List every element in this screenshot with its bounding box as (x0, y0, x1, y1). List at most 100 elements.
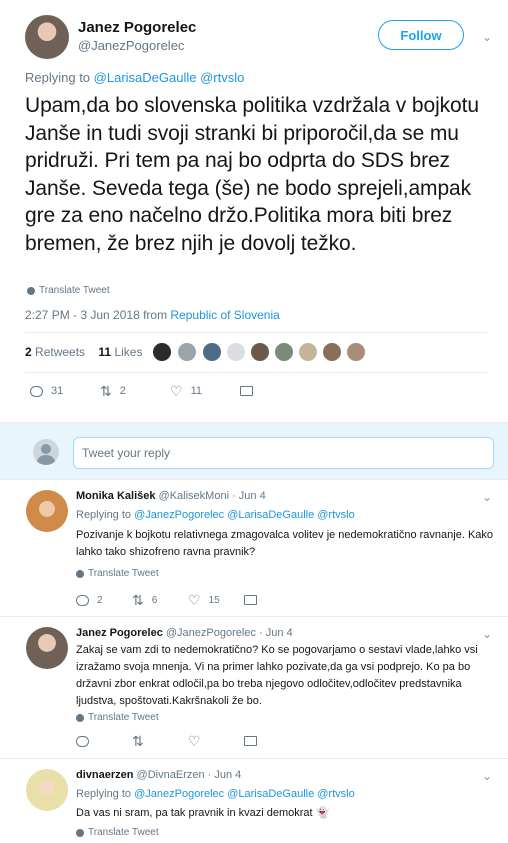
likes-label[interactable]: Likes (114, 345, 142, 359)
chevron-down-icon[interactable]: ⌄ (482, 769, 492, 783)
reply-author-name[interactable]: divnaerzen (76, 769, 133, 781)
reply-avatar[interactable] (26, 627, 68, 669)
retweet-icon: ⇅ (132, 733, 144, 749)
translate-label: Translate Tweet (88, 712, 159, 723)
author-avatar[interactable] (25, 15, 69, 59)
reply-author-name[interactable]: Monika Kališek (76, 490, 155, 502)
replying-to-prefix: Replying to (76, 788, 132, 800)
reply-actions: ⇅ ♡ (76, 734, 300, 748)
reply-count: 31 (51, 385, 64, 397)
reply-icon (30, 385, 43, 397)
like-count: 15 (208, 594, 220, 606)
dm-action[interactable] (244, 595, 300, 605)
divider (25, 332, 487, 333)
reply-tweet[interactable]: Monika Kališek @KalisekMoni · Jun 4 ⌄ Re… (0, 480, 508, 617)
translate-label: Translate Tweet (88, 568, 159, 579)
reply-count: 2 (97, 594, 103, 606)
reply-action[interactable]: 2 (76, 594, 132, 606)
replying-to-link[interactable]: @LarisaDeGaulle (94, 70, 197, 85)
heart-icon: ♡ (188, 733, 201, 749)
follow-button[interactable]: Follow (378, 20, 464, 50)
translate-tweet[interactable]: Translate Tweet (76, 568, 159, 579)
reply-action[interactable]: 31 (30, 385, 100, 397)
liker-avatar[interactable] (250, 342, 270, 362)
chevron-down-icon[interactable]: ⌄ (482, 627, 492, 641)
user-avatar (33, 439, 59, 465)
reply-action[interactable] (76, 735, 132, 747)
reply-icon (76, 735, 89, 747)
replying-to-link[interactable]: @JanezPogorelec @LarisaDeGaulle @rtvslo (134, 788, 355, 800)
liker-avatar[interactable] (202, 342, 222, 362)
divider (25, 372, 487, 373)
globe-icon (27, 286, 35, 295)
author-handle[interactable]: @JanezPogorelec (78, 38, 184, 53)
like-action[interactable]: ♡ 15 (188, 593, 244, 607)
translate-label: Translate Tweet (88, 827, 159, 838)
likes-count[interactable]: 11 (98, 345, 111, 359)
reply-text: Zakaj se vam zdi to nedemokratično? Ko s… (76, 644, 478, 707)
retweet-action[interactable]: ⇅ 6 (132, 593, 188, 607)
reply-actions: 2 ⇅ 6 ♡ 15 (76, 593, 300, 607)
liker-avatar[interactable] (274, 342, 294, 362)
liker-avatar[interactable] (152, 342, 172, 362)
reply-text: Pozivanje k bojkotu relativnega zmagoval… (76, 529, 494, 558)
retweet-icon: ⇅ (100, 383, 112, 399)
reply-tweet[interactable]: Janez Pogorelec @JanezPogorelec · Jun 4 … (0, 617, 508, 759)
main-tweet: Janez Pogorelec @JanezPogorelec Follow ⌄… (0, 0, 508, 420)
reply-input[interactable]: Tweet your reply (73, 437, 494, 469)
translate-label: Translate Tweet (39, 285, 110, 296)
translate-tweet[interactable]: Translate Tweet (76, 712, 159, 723)
reply-author-handle[interactable]: @KalisekMoni (159, 490, 229, 502)
retweet-count: 2 (119, 385, 126, 397)
chevron-down-icon[interactable]: ⌄ (482, 490, 492, 504)
reply-tweet[interactable]: divnaerzen @DivnaErzen · Jun 4 ⌄ Replyin… (0, 759, 508, 843)
retweet-action[interactable]: ⇅ 2 (100, 384, 170, 398)
translate-tweet[interactable]: Translate Tweet (76, 827, 159, 838)
replying-to: Replying to @JanezPogorelec @LarisaDeGau… (76, 788, 355, 800)
heart-icon: ♡ (188, 592, 201, 608)
like-action[interactable]: ♡ (188, 734, 244, 748)
like-action[interactable]: ♡ 11 (170, 384, 240, 398)
reply-author-handle[interactable]: @JanezPogorelec (166, 627, 256, 639)
liker-avatar[interactable] (298, 342, 318, 362)
tweet-timestamp: 2:27 PM - 3 Jun 2018 from Republic of Sl… (25, 308, 280, 322)
reply-date[interactable]: · Jun 4 (208, 769, 242, 781)
dm-action[interactable] (240, 386, 253, 396)
reply-author-handle[interactable]: @DivnaErzen (137, 769, 205, 781)
reply-date[interactable]: · Jun 4 (259, 627, 293, 639)
reply-text: Da vas ni sram, pa tak pravnik in kvazi … (76, 805, 496, 822)
liker-avatar[interactable] (226, 342, 246, 362)
heart-icon: ♡ (170, 383, 183, 399)
timestamp-text[interactable]: 2:27 PM - 3 Jun 2018 from (25, 308, 167, 322)
retweet-action[interactable]: ⇅ (132, 734, 188, 748)
replying-to: Replying to @LarisaDeGaulle @rtvslo (25, 70, 244, 85)
replying-to-link[interactable]: @rtvslo (200, 70, 244, 85)
replying-to-prefix: Replying to (76, 509, 132, 521)
reply-header: Janez Pogorelec @JanezPogorelec · Jun 4 (76, 627, 293, 639)
tweet-stats: 2 Retweets 11 Likes (25, 345, 142, 359)
reply-header: divnaerzen @DivnaErzen · Jun 4 (76, 769, 241, 781)
author-name[interactable]: Janez Pogorelec (78, 19, 196, 36)
reply-author-name[interactable]: Janez Pogorelec (76, 627, 163, 639)
envelope-icon (244, 736, 257, 746)
liker-avatar[interactable] (346, 342, 366, 362)
retweets-label[interactable]: Retweets (35, 345, 85, 359)
retweets-count[interactable]: 2 (25, 345, 32, 359)
ghost-emoji-icon: 👻 (315, 807, 330, 819)
globe-icon (76, 569, 84, 578)
chevron-down-icon[interactable]: ⌄ (482, 30, 492, 44)
dm-action[interactable] (244, 736, 300, 746)
location-link[interactable]: Republic of Slovenia (170, 308, 279, 322)
reply-icon (76, 594, 89, 606)
retweet-count: 6 (151, 594, 158, 606)
replying-to-link[interactable]: @JanezPogorelec @LarisaDeGaulle @rtvslo (134, 509, 355, 521)
envelope-icon (244, 595, 257, 605)
reply-avatar[interactable] (26, 769, 68, 811)
envelope-icon (240, 386, 253, 396)
translate-tweet[interactable]: Translate Tweet (27, 285, 110, 296)
reply-avatar[interactable] (26, 490, 68, 532)
liker-avatar[interactable] (322, 342, 342, 362)
liker-avatar[interactable] (177, 342, 197, 362)
tweet-text: Upam,da bo slovenska politika vzdržala v… (25, 94, 479, 255)
reply-date[interactable]: · Jun 4 (232, 490, 266, 502)
